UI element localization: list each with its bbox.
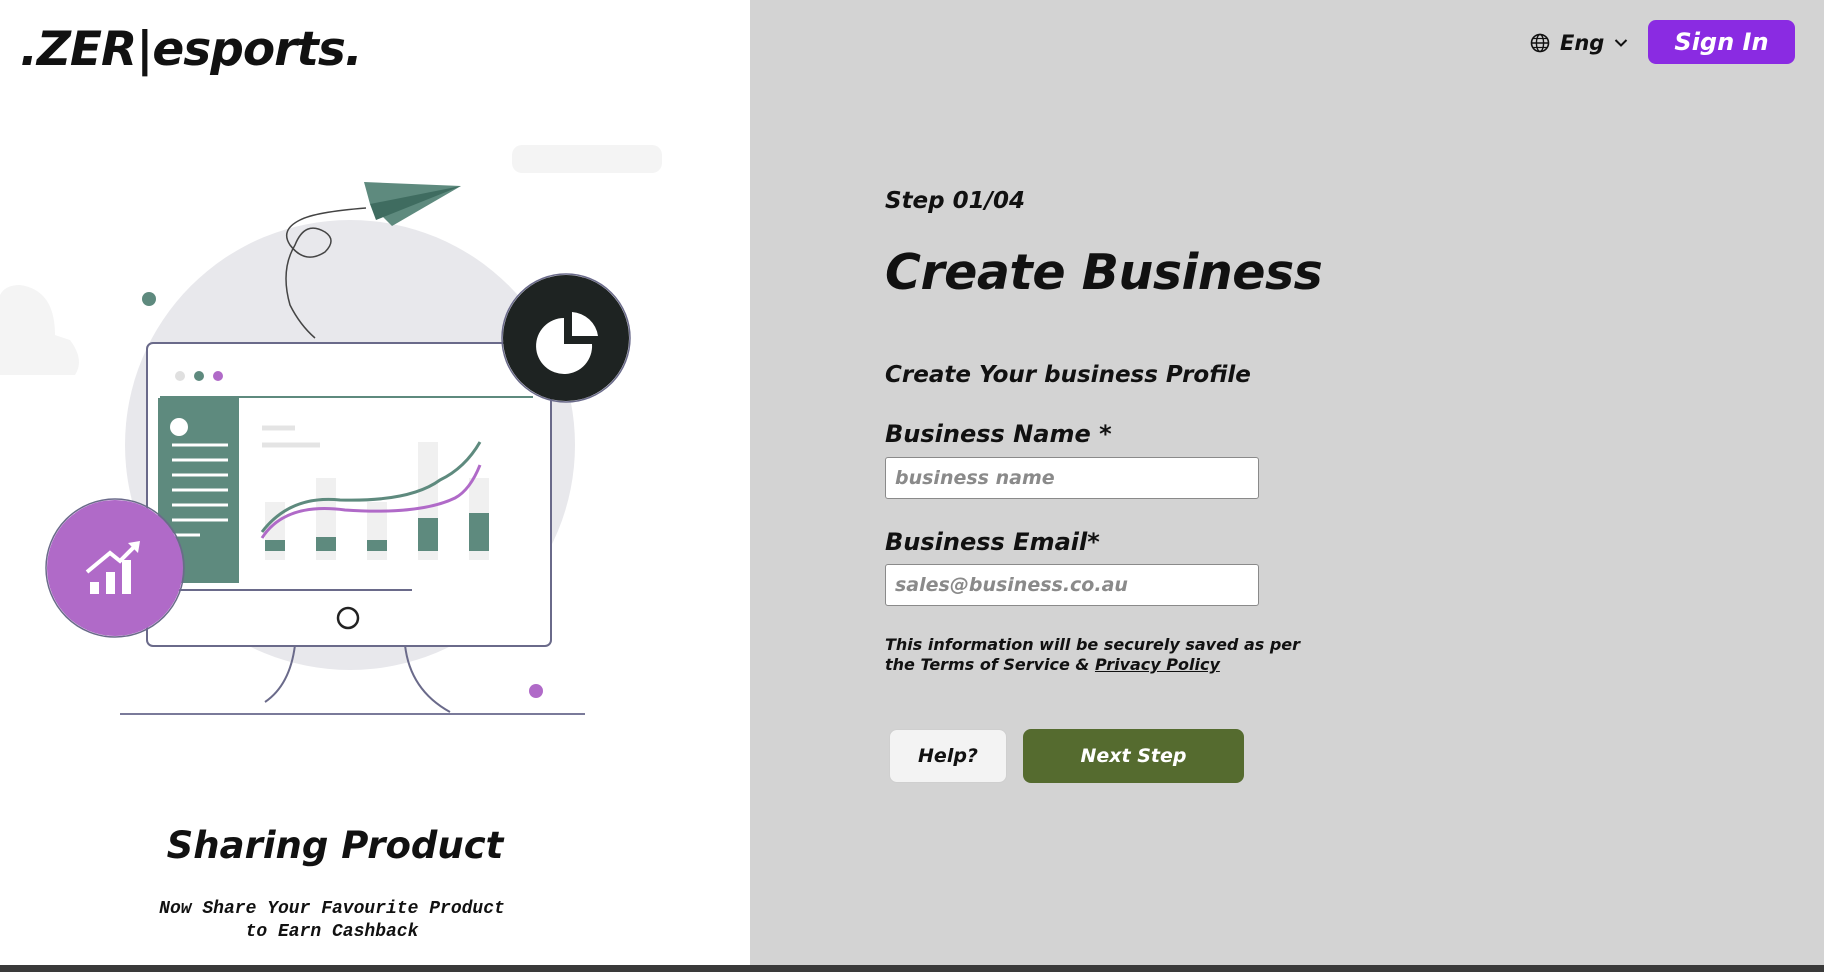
sign-in-button[interactable]: Sign In	[1648, 20, 1795, 64]
accent-dot	[529, 684, 543, 698]
promo-subtitle: Now Share Your Favourite Product to Earn…	[159, 899, 505, 942]
growth-chart-icon	[45, 498, 185, 638]
next-step-button[interactable]: Next Step	[1023, 729, 1244, 783]
form-subtitle: Create Your business Profile	[885, 362, 1251, 388]
cloud-shape	[0, 285, 79, 375]
promo-title: Sharing Product	[166, 824, 504, 867]
disclaimer-text: This information will be securely saved …	[885, 635, 1301, 674]
business-email-input[interactable]	[885, 564, 1259, 606]
privacy-policy-link[interactable]: Privacy Policy	[1095, 655, 1220, 674]
window-dot	[194, 371, 204, 381]
step-indicator: Step 01/04	[885, 188, 1026, 214]
help-button[interactable]: Help?	[889, 729, 1007, 783]
bar-mark	[316, 537, 336, 551]
promo-panel: .ZER|esports. Sharing Product Now Share …	[0, 0, 750, 965]
window-dot	[213, 371, 223, 381]
bar-mark	[367, 540, 387, 551]
language-selector[interactable]: Eng	[1530, 28, 1628, 58]
language-label: Eng	[1560, 31, 1605, 55]
chevron-down-icon	[1615, 39, 1628, 47]
monitor-button	[336, 606, 360, 630]
business-email-label: Business Email*	[885, 528, 1100, 556]
screen-avatar	[170, 418, 188, 436]
privacy-disclaimer: This information will be securely saved …	[885, 635, 1305, 675]
bar-mark	[469, 513, 489, 551]
globe-icon	[1530, 33, 1550, 53]
page: .ZER|esports. Sharing Product Now Share …	[0, 0, 1824, 972]
bar-mark	[418, 518, 438, 551]
paper-plane-icon	[364, 182, 461, 226]
window-dot	[175, 371, 185, 381]
brand-logo[interactable]: .ZER|esports.	[20, 18, 363, 82]
pie-chart-icon	[501, 273, 631, 403]
dashboard-illustration	[0, 145, 662, 715]
cloud-shape	[512, 145, 662, 173]
business-name-label: Business Name *	[885, 420, 1112, 448]
bottom-edge	[0, 965, 1824, 972]
business-name-input[interactable]	[885, 457, 1259, 499]
accent-dot	[142, 292, 156, 306]
form-title: Create Business	[885, 244, 1323, 301]
bar-mark	[265, 540, 285, 551]
